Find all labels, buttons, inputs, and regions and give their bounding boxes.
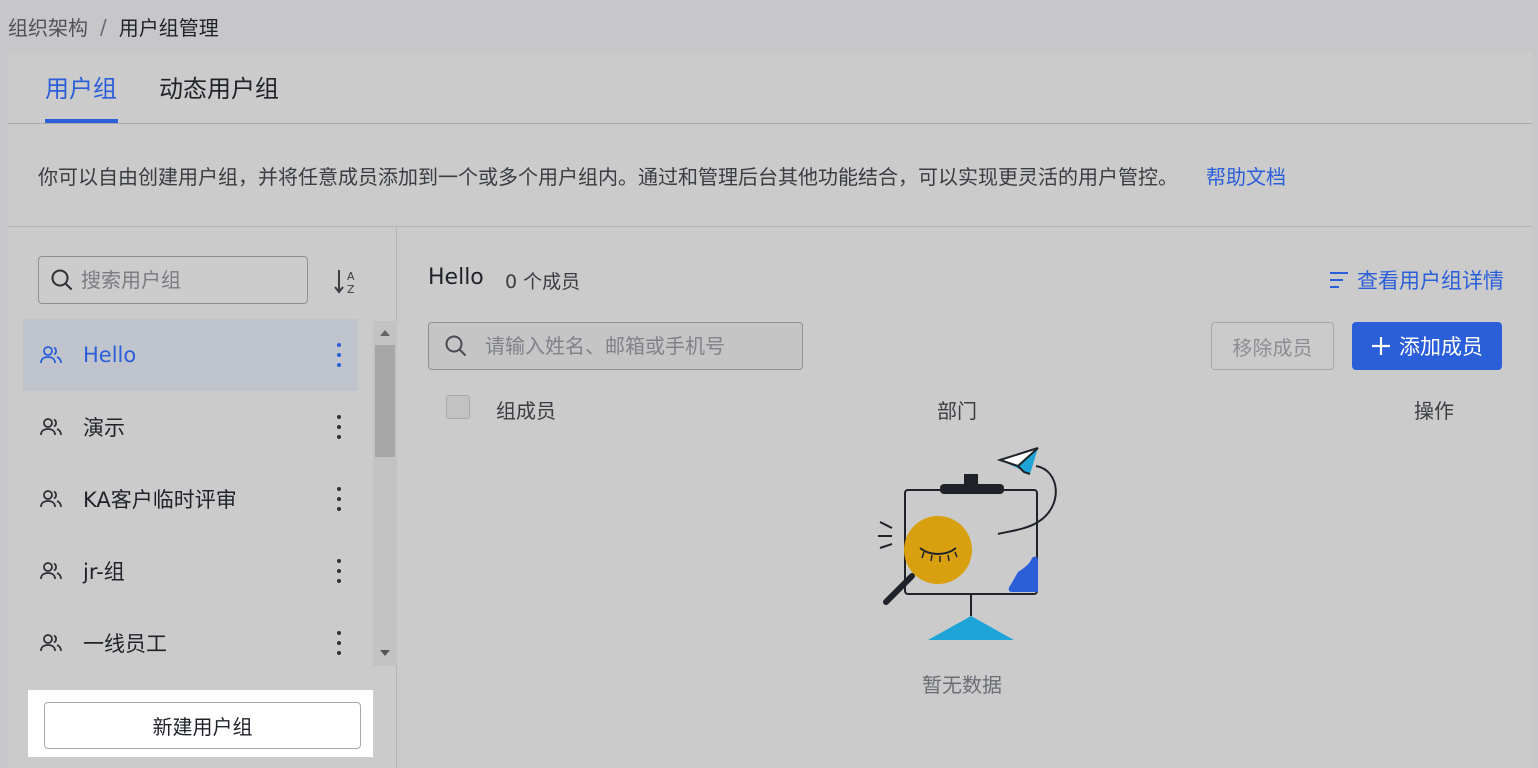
users-icon (40, 634, 62, 652)
svg-text:Z: Z (347, 283, 355, 295)
tab-dynamic-user-groups[interactable]: 动态用户组 (159, 73, 279, 105)
breadcrumb: 组织架构 / 用户组管理 (8, 12, 219, 41)
group-item-label: Hello (83, 343, 137, 367)
more-vertical-icon[interactable] (336, 341, 342, 369)
member-search-input[interactable] (485, 334, 785, 358)
add-member-label: 添加成员 (1399, 335, 1483, 359)
group-item-frontline[interactable]: 一线员工 (23, 607, 358, 679)
group-item-jr[interactable]: jr-组 (23, 535, 358, 607)
more-vertical-icon[interactable] (336, 629, 342, 657)
search-icon (51, 269, 72, 290)
tab-bar: 用户组 动态用户组 (8, 53, 1532, 124)
users-icon (40, 490, 62, 508)
group-detail-panel: Hello 0 个成员 查看用户组详情 移除成员 添加成员 (398, 227, 1532, 768)
active-tab-indicator (45, 119, 118, 123)
column-header-department: 部门 (937, 399, 977, 423)
search-icon (445, 335, 466, 356)
empty-state-text: 暂无数据 (922, 673, 1002, 697)
help-doc-link[interactable]: 帮助文档 (1206, 161, 1286, 190)
group-item-label: jr-组 (83, 560, 125, 584)
description-bar: 你可以自由创建用户组，并将任意成员添加到一个或多个用户组内。通过和管理后台其他功… (38, 161, 1286, 190)
empty-state-illustration (878, 447, 1057, 640)
sort-az-icon[interactable]: A Z (334, 267, 360, 295)
users-icon (40, 418, 62, 436)
group-list-scrollbar[interactable] (373, 321, 397, 666)
group-item-label: KA客户临时评审 (83, 488, 237, 512)
group-search-input[interactable] (81, 268, 281, 292)
users-icon (40, 346, 62, 364)
breadcrumb-current: 用户组管理 (118, 16, 219, 40)
more-vertical-icon[interactable] (336, 485, 342, 513)
group-item-demo[interactable]: 演示 (23, 391, 358, 463)
group-item-label: 演示 (83, 416, 125, 440)
users-icon (40, 562, 62, 580)
scrollbar-thumb[interactable] (375, 345, 395, 457)
add-member-button[interactable]: 添加成员 (1352, 322, 1502, 370)
description-text: 你可以自由创建用户组，并将任意成员添加到一个或多个用户组内。通过和管理后台其他功… (38, 165, 1178, 189)
list-icon (1330, 272, 1348, 288)
tab-user-groups[interactable]: 用户组 (45, 73, 117, 105)
more-vertical-icon[interactable] (336, 413, 342, 441)
view-group-details-label: 查看用户组详情 (1357, 269, 1504, 293)
group-sidebar: A Z Hello 演示 (8, 227, 397, 768)
group-list: Hello 演示 KA客户临时评审 jr-组 一线员工 (23, 319, 358, 679)
group-item-ka-review[interactable]: KA客户临时评审 (23, 463, 358, 535)
member-search-box[interactable] (428, 322, 803, 370)
column-header-members: 组成员 (496, 399, 556, 423)
plus-icon (1372, 337, 1390, 355)
view-group-details-link[interactable]: 查看用户组详情 (1329, 265, 1504, 295)
new-group-button[interactable]: 新建用户组 (44, 702, 361, 749)
main-card: 用户组 动态用户组 你可以自由创建用户组，并将任意成员添加到一个或多个用户组内。… (8, 53, 1532, 768)
scroll-down-arrow[interactable] (380, 650, 390, 656)
member-count: 0 个成员 (505, 271, 581, 293)
svg-text:A: A (347, 270, 355, 283)
group-search-box[interactable] (38, 256, 308, 304)
column-header-actions: 操作 (1414, 399, 1454, 423)
remove-member-button[interactable]: 移除成员 (1211, 322, 1334, 370)
more-vertical-icon[interactable] (336, 557, 342, 585)
scroll-up-arrow[interactable] (380, 330, 390, 336)
select-all-checkbox[interactable] (446, 395, 470, 419)
breadcrumb-separator: / (100, 14, 107, 39)
new-group-footer: 新建用户组 (28, 690, 373, 757)
group-title: Hello (428, 265, 484, 290)
breadcrumb-parent[interactable]: 组织架构 (8, 12, 88, 41)
group-item-hello[interactable]: Hello (23, 319, 358, 391)
group-item-label: 一线员工 (83, 632, 167, 656)
